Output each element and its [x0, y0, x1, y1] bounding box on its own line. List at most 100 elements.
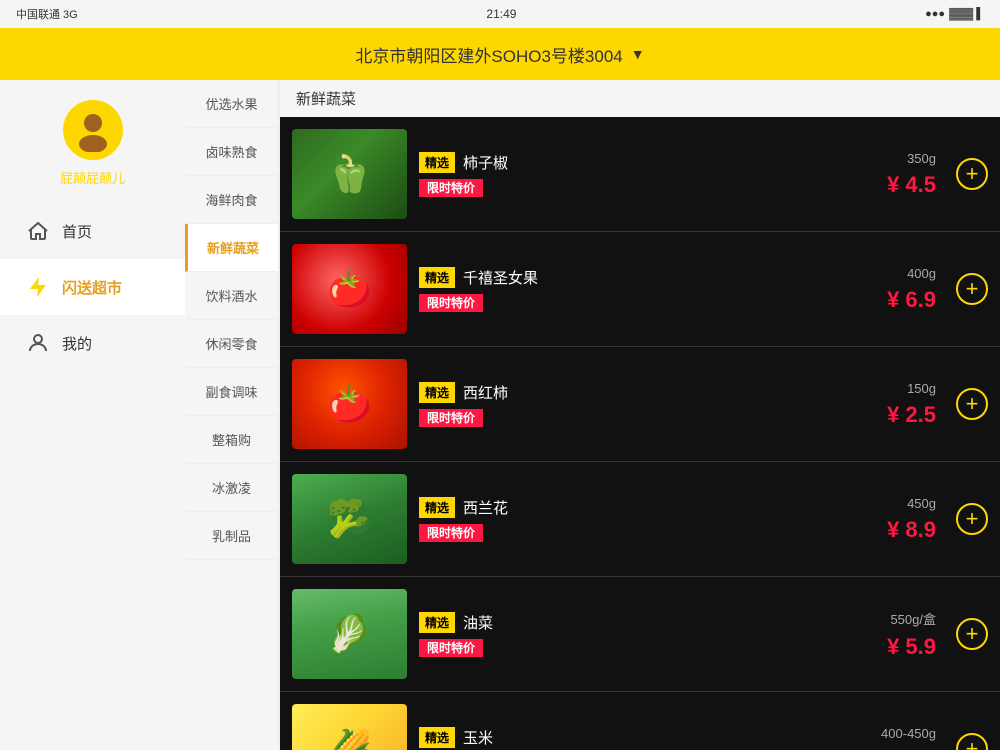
- product-image-p1: 🫑: [292, 129, 407, 219]
- time-text: 21:49: [486, 7, 516, 21]
- tag-xianzhe-wrapper-p5: 限时特价: [419, 639, 804, 657]
- tag-xianzhe-wrapper-p3: 限时特价: [419, 409, 804, 427]
- product-tags-p6: 精选 玉米: [419, 727, 804, 748]
- category-item-drink[interactable]: 饮料酒水: [185, 272, 278, 320]
- sidebar-item-flash[interactable]: 闪送超市: [0, 259, 185, 315]
- product-tags-p5: 精选 油菜: [419, 612, 804, 633]
- product-weight-p1: 350g: [907, 151, 936, 166]
- product-info-p4: 精选 西兰花 限时特价: [419, 497, 804, 542]
- product-info-p6: 精选 玉米 限时特价: [419, 727, 804, 750]
- product-tags-p1: 精选 柿子椒: [419, 152, 804, 173]
- product-right-p6: 400-450g ¥ 3.9: [816, 726, 936, 750]
- product-weight-p2: 400g: [907, 266, 936, 281]
- signal-icon: ●●●: [925, 8, 945, 20]
- product-info-p1: 精选 柿子椒 限时特价: [419, 152, 804, 197]
- product-name-p1: 柿子椒: [463, 152, 508, 173]
- product-list: 🫑 精选 柿子椒 限时特价 350g ¥ 4.5 + 🍅 精选 千禧圣女果: [280, 117, 1000, 750]
- product-item-p3: 🍅 精选 西红柿 限时特价 150g ¥ 2.5 +: [280, 347, 1000, 462]
- product-weight-p4: 450g: [907, 496, 936, 511]
- product-price-p5: ¥ 5.9: [887, 634, 936, 660]
- product-info-p5: 精选 油菜 限时特价: [419, 612, 804, 657]
- product-item-p6: 🌽 精选 玉米 限时特价 400-450g ¥ 3.9 +: [280, 692, 1000, 750]
- product-weight-p6: 400-450g: [881, 726, 936, 741]
- category-item-dairy[interactable]: 乳制品: [185, 512, 278, 560]
- tag-xianzhe-p4: 限时特价: [419, 524, 483, 542]
- status-bar: 中国联通 3G 21:49 ●●● ▓▓▓ ▌: [0, 0, 1000, 28]
- category-item-cooked[interactable]: 卤味熟食: [185, 128, 278, 176]
- product-right-p3: 150g ¥ 2.5: [816, 381, 936, 428]
- nav-items-list: 首页 闪送超市 我的: [0, 203, 185, 371]
- product-name-p4: 西兰花: [463, 497, 508, 518]
- category-list: 优选水果卤味熟食海鲜肉食新鲜蔬菜饮料酒水休闲零食副食调味整箱购冰激凌乳制品: [185, 80, 280, 750]
- product-right-p1: 350g ¥ 4.5: [816, 151, 936, 198]
- sidebar-item-mine-label: 我的: [62, 333, 92, 354]
- product-name-p5: 油菜: [463, 612, 493, 633]
- product-image-p5: 🥬: [292, 589, 407, 679]
- add-button-p3[interactable]: +: [956, 388, 988, 420]
- tag-jingxuan-p6: 精选: [419, 727, 455, 748]
- product-image-p2: 🍅: [292, 244, 407, 334]
- carrier-text: 中国联通 3G: [16, 6, 78, 22]
- product-price-p3: ¥ 2.5: [887, 402, 936, 428]
- product-price-p2: ¥ 6.9: [887, 287, 936, 313]
- product-image-p3: 🍅: [292, 359, 407, 449]
- category-item-meat[interactable]: 海鲜肉食: [185, 176, 278, 224]
- add-button-p1[interactable]: +: [956, 158, 988, 190]
- product-name-p6: 玉米: [463, 727, 493, 748]
- battery-text: ●●● ▓▓▓ ▌: [925, 8, 984, 20]
- product-tags-p4: 精选 西兰花: [419, 497, 804, 518]
- user-profile: 屁颠屁颠儿: [0, 80, 185, 203]
- category-item-seasoning[interactable]: 副食调味: [185, 368, 278, 416]
- product-emoji-p2: 🍅: [292, 244, 407, 334]
- product-price-p1: ¥ 4.5: [887, 172, 936, 198]
- add-button-p5[interactable]: +: [956, 618, 988, 650]
- tag-jingxuan-p3: 精选: [419, 382, 455, 403]
- category-item-snack[interactable]: 休闲零食: [185, 320, 278, 368]
- tag-jingxuan-p4: 精选: [419, 497, 455, 518]
- product-item-p2: 🍅 精选 千禧圣女果 限时特价 400g ¥ 6.9 +: [280, 232, 1000, 347]
- product-section: 新鲜蔬菜 🫑 精选 柿子椒 限时特价 350g ¥ 4.5 + 🍅 精选 千禧圣…: [280, 80, 1000, 750]
- header: 北京市朝阳区建外SOHO3号楼3004 ▼: [0, 28, 1000, 80]
- person-icon: [24, 329, 52, 357]
- product-item-p1: 🫑 精选 柿子椒 限时特价 350g ¥ 4.5 +: [280, 117, 1000, 232]
- product-right-p5: 550g/盒 ¥ 5.9: [816, 609, 936, 660]
- tag-xianzhe-p2: 限时特价: [419, 294, 483, 312]
- product-name-p2: 千禧圣女果: [463, 267, 538, 288]
- product-tags-p3: 精选 西红柿: [419, 382, 804, 403]
- product-info-p2: 精选 千禧圣女果 限时特价: [419, 267, 804, 312]
- product-image-p6: 🌽: [292, 704, 407, 750]
- category-item-ice[interactable]: 冰激凌: [185, 464, 278, 512]
- add-button-p4[interactable]: +: [956, 503, 988, 535]
- main-layout: 屁颠屁颠儿 首页 闪送超市: [0, 80, 1000, 750]
- product-tags-p2: 精选 千禧圣女果: [419, 267, 804, 288]
- product-price-p4: ¥ 8.9: [887, 517, 936, 543]
- product-image-p4: 🥦: [292, 474, 407, 564]
- product-item-p5: 🥬 精选 油菜 限时特价 550g/盒 ¥ 5.9 +: [280, 577, 1000, 692]
- category-item-box[interactable]: 整箱购: [185, 416, 278, 464]
- username-label: 屁颠屁颠儿: [60, 168, 125, 187]
- add-button-p6[interactable]: +: [956, 733, 988, 750]
- tag-xianzhe-p1: 限时特价: [419, 179, 483, 197]
- sidebar-item-flash-label: 闪送超市: [62, 277, 122, 298]
- tag-xianzhe-p3: 限时特价: [419, 409, 483, 427]
- product-emoji-p5: 🥬: [292, 589, 407, 679]
- product-emoji-p4: 🥦: [292, 474, 407, 564]
- sidebar-item-home[interactable]: 首页: [0, 203, 185, 259]
- category-item-veg[interactable]: 新鲜蔬菜: [185, 224, 278, 272]
- location-title: 北京市朝阳区建外SOHO3号楼3004: [355, 42, 622, 67]
- dropdown-arrow[interactable]: ▼: [631, 46, 645, 62]
- tag-xianzhe-wrapper-p1: 限时特价: [419, 179, 804, 197]
- product-name-p3: 西红柿: [463, 382, 508, 403]
- tag-xianzhe-wrapper-p4: 限时特价: [419, 524, 804, 542]
- sidebar-item-home-label: 首页: [62, 221, 92, 242]
- product-item-p4: 🥦 精选 西兰花 限时特价 450g ¥ 8.9 +: [280, 462, 1000, 577]
- product-weight-p5: 550g/盒: [890, 609, 936, 628]
- tag-xianzhe-p5: 限时特价: [419, 639, 483, 657]
- sidebar-item-mine[interactable]: 我的: [0, 315, 185, 371]
- avatar[interactable]: [63, 100, 123, 160]
- add-button-p2[interactable]: +: [956, 273, 988, 305]
- tag-jingxuan-p5: 精选: [419, 612, 455, 633]
- nav-sidebar: 屁颠屁颠儿 首页 闪送超市: [0, 80, 185, 750]
- category-item-fruit[interactable]: 优选水果: [185, 80, 278, 128]
- home-icon: [24, 217, 52, 245]
